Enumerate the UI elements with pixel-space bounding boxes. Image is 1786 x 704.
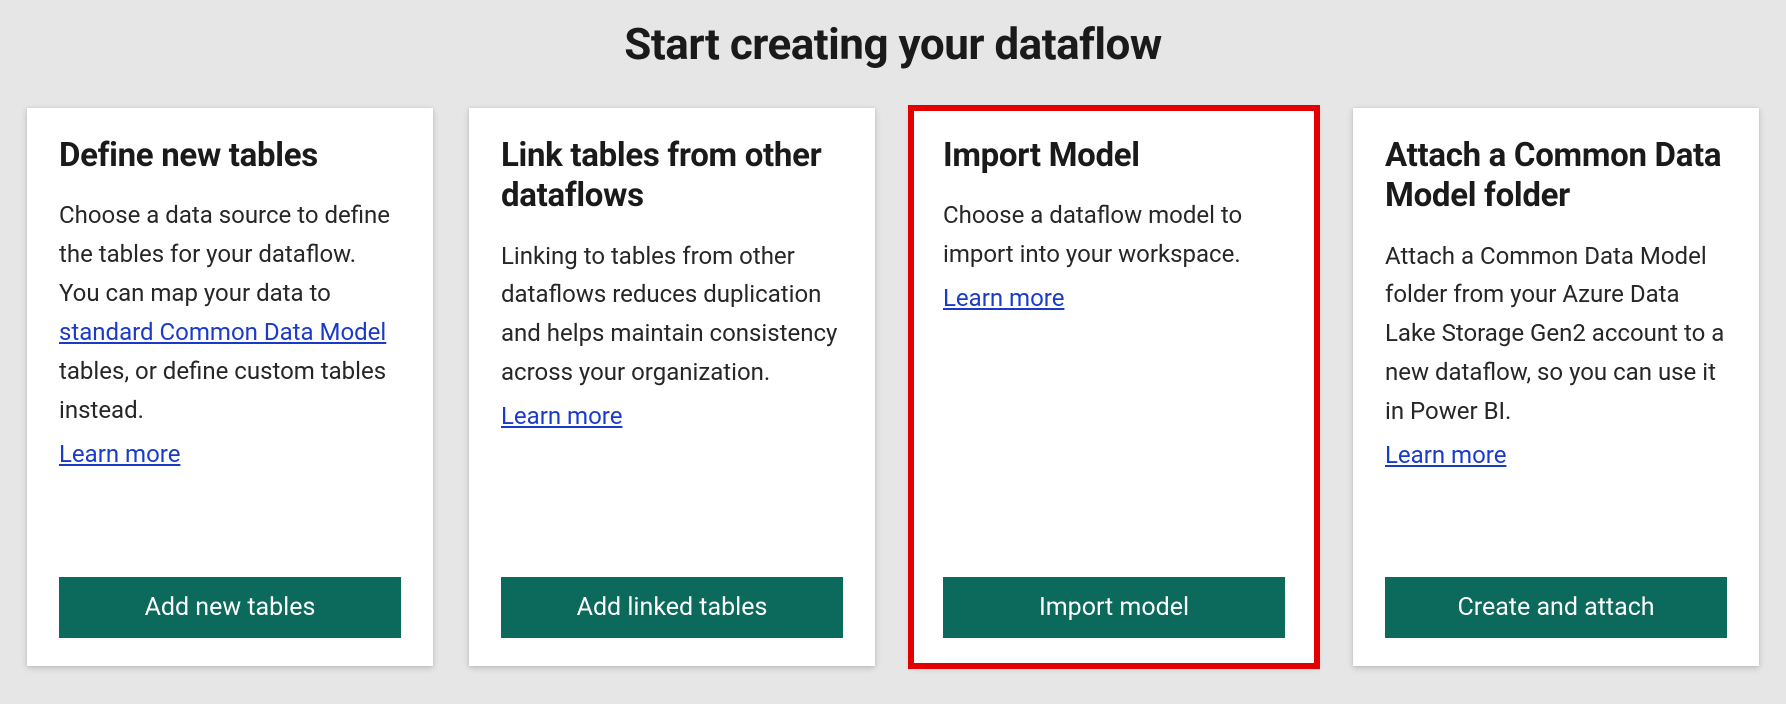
page-title: Start creating your dataflow [0, 18, 1786, 70]
add-linked-tables-button[interactable]: Add linked tables [501, 577, 843, 638]
card-import-model: Import Model Choose a dataflow model to … [911, 108, 1317, 666]
card-description: Choose a dataflow model to import into y… [943, 196, 1285, 274]
cards-row: Define new tables Choose a data source t… [0, 108, 1786, 666]
card-title: Import Model [943, 136, 1285, 176]
card-description: Linking to tables from other dataflows r… [501, 237, 843, 393]
add-new-tables-button[interactable]: Add new tables [59, 577, 401, 638]
create-and-attach-button[interactable]: Create and attach [1385, 577, 1727, 638]
import-model-button[interactable]: Import model [943, 577, 1285, 638]
card-desc-text-after: tables, or define custom tables instead. [59, 357, 386, 424]
cdm-link[interactable]: standard Common Data Model [59, 318, 386, 346]
learn-more-link[interactable]: Learn more [1385, 441, 1506, 469]
card-desc-text: Choose a data source to define the table… [59, 201, 390, 307]
card-description: Attach a Common Data Model folder from y… [1385, 237, 1727, 431]
card-attach-cdm-folder: Attach a Common Data Model folder Attach… [1353, 108, 1759, 666]
learn-more-link[interactable]: Learn more [943, 284, 1064, 312]
learn-more-link[interactable]: Learn more [59, 440, 180, 468]
card-title: Define new tables [59, 136, 401, 176]
card-link-tables: Link tables from other dataflows Linking… [469, 108, 875, 666]
card-title: Link tables from other dataflows [501, 136, 843, 217]
card-description: Choose a data source to define the table… [59, 196, 401, 429]
learn-more-link[interactable]: Learn more [501, 402, 622, 430]
card-define-new-tables: Define new tables Choose a data source t… [27, 108, 433, 666]
card-title: Attach a Common Data Model folder [1385, 136, 1727, 217]
